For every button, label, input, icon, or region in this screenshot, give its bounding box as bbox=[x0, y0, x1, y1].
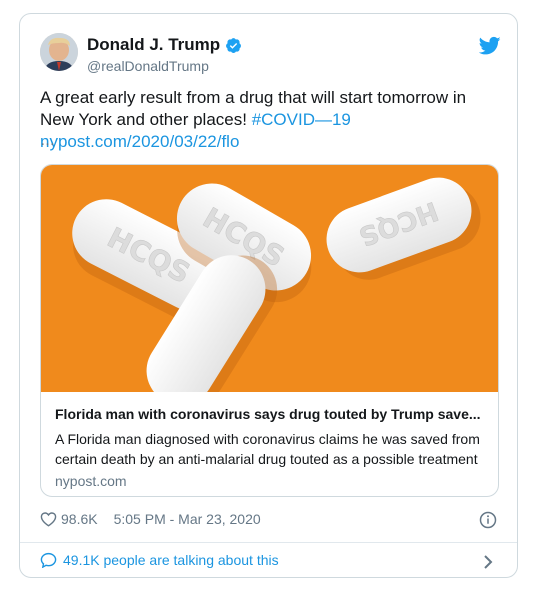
timestamp[interactable]: 5:05 PM - Mar 23, 2020 bbox=[114, 511, 261, 527]
avatar[interactable] bbox=[40, 33, 78, 71]
link-domain: nypost.com bbox=[55, 473, 127, 489]
chevron-right-icon[interactable] bbox=[482, 554, 494, 570]
link-preview-image: HCQS HCQS HCQS bbox=[41, 165, 498, 392]
info-icon[interactable] bbox=[479, 511, 497, 529]
author-row[interactable]: Donald J. Trump bbox=[87, 35, 242, 55]
url-link[interactable]: nypost.com/2020/03/22/flo bbox=[40, 132, 239, 151]
conversation-link[interactable]: 49.1K people are talking about this bbox=[40, 552, 279, 568]
truncation-ellipsis: … bbox=[40, 132, 56, 149]
link-title[interactable]: Florida man with coronavirus says drug t… bbox=[55, 406, 484, 422]
divider bbox=[20, 542, 517, 543]
heart-icon[interactable] bbox=[40, 511, 57, 527]
twitter-bird-icon[interactable] bbox=[479, 36, 501, 56]
like-count[interactable]: 98.6K bbox=[61, 511, 98, 527]
tweet-embed-card: Donald J. Trump @realDonaldTrump A great… bbox=[19, 13, 518, 578]
verified-badge-icon bbox=[226, 37, 242, 53]
tweet-meta: 98.6K 5:05 PM - Mar 23, 2020 bbox=[40, 511, 261, 527]
hashtag-link[interactable]: #COVID—19 bbox=[252, 110, 351, 129]
link-description: A Florida man diagnosed with coronavirus… bbox=[55, 431, 480, 467]
author-name[interactable]: Donald J. Trump bbox=[87, 35, 220, 55]
author-handle[interactable]: @realDonaldTrump bbox=[87, 58, 209, 74]
comment-bubble-icon bbox=[40, 552, 57, 568]
tweet-text: A great early result from a drug that wi… bbox=[40, 87, 500, 153]
link-preview-card[interactable]: HCQS HCQS HCQS Florida man with coronavi… bbox=[40, 164, 499, 497]
link-preview-body: Florida man with coronavirus says drug t… bbox=[41, 392, 498, 489]
talking-count[interactable]: 49.1K people are talking about this bbox=[63, 552, 279, 568]
